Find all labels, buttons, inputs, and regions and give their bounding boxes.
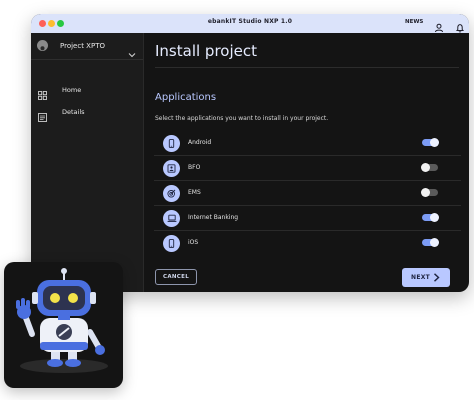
section-description: Select the applications you want to inst… — [155, 115, 329, 122]
app-label: BFO — [188, 164, 201, 171]
title-bar: ebankIT Studio NXP 1.0 NEWS — [31, 14, 469, 33]
next-button-label: NEXT — [411, 274, 431, 281]
ems-toggle[interactable] — [421, 188, 438, 197]
cancel-button[interactable]: CANCEL — [155, 269, 197, 285]
target-icon — [163, 185, 180, 202]
app-window: ebankIT Studio NXP 1.0 NEWS Project XPTO… — [31, 14, 469, 292]
app-row-bfo: BFO — [154, 156, 461, 181]
sidebar-item-label: Home — [62, 86, 82, 94]
toggle-knob — [430, 138, 439, 147]
project-name: Project XPTO — [60, 42, 105, 50]
main-content: Install project Applications Select the … — [144, 33, 469, 292]
toggle-knob — [430, 213, 439, 222]
divider — [155, 67, 459, 68]
app-label: Internet Banking — [188, 214, 239, 221]
sidebar-item-details[interactable]: Details — [31, 102, 143, 122]
document-list-icon — [38, 107, 47, 126]
sidebar: Project XPTO Home Details — [31, 33, 144, 292]
id-card-icon — [163, 160, 180, 177]
laptop-icon — [163, 210, 180, 227]
project-selector[interactable]: Project XPTO — [31, 33, 143, 60]
news-link[interactable]: NEWS — [405, 19, 423, 25]
app-row-ems: EMS — [154, 181, 461, 206]
toggle-knob — [421, 163, 430, 172]
robot-mascot-card — [4, 262, 123, 388]
sidebar-item-label: Details — [62, 108, 85, 116]
app-label: EMS — [188, 189, 201, 196]
phone-icon — [163, 235, 180, 252]
robot-mascot-illustration — [16, 268, 108, 373]
app-label: Android — [188, 139, 212, 146]
toggle-knob — [430, 238, 439, 247]
chevron-down-icon[interactable] — [128, 43, 136, 62]
android-toggle[interactable] — [422, 138, 439, 147]
sidebar-item-home[interactable]: Home — [31, 80, 143, 100]
section-title: Applications — [155, 92, 217, 103]
page-title: Install project — [155, 42, 257, 60]
app-row-ios: iOS — [154, 231, 461, 255]
avatar — [37, 40, 48, 51]
app-label: iOS — [188, 239, 199, 246]
app-title: ebankIT Studio NXP 1.0 — [207, 18, 293, 25]
bfo-toggle[interactable] — [421, 163, 438, 172]
next-button[interactable]: NEXT — [402, 268, 450, 287]
app-row-android: Android — [154, 131, 461, 156]
ios-toggle[interactable] — [422, 238, 439, 247]
internet-banking-toggle[interactable] — [422, 213, 439, 222]
chevron-right-icon — [433, 273, 440, 284]
phone-icon — [163, 135, 180, 152]
toggle-knob — [421, 188, 430, 197]
app-row-internet-banking: Internet Banking — [154, 206, 461, 231]
